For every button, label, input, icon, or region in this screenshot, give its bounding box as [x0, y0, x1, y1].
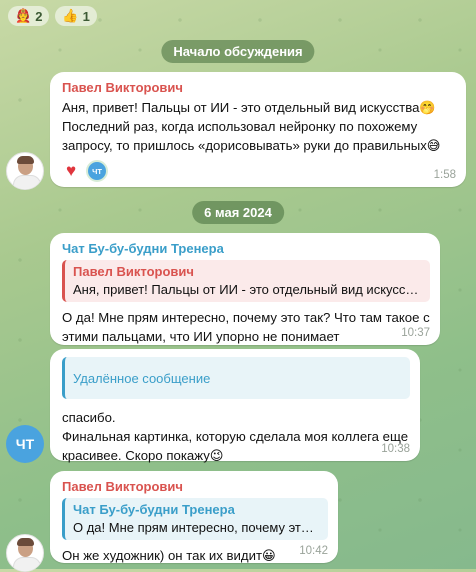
message-time: 10:37: [401, 327, 430, 339]
reaction-avatar: ЧТ: [86, 160, 108, 182]
thumbs-up-icon: 👍: [62, 8, 79, 23]
message-author[interactable]: Чат Бу-бу-будни Тренера: [62, 241, 430, 256]
message-bubble[interactable]: Павел Викторович Чат Бу-бу-будни Тренера…: [50, 471, 338, 563]
message-text: Он же художник) он так их видит😀: [62, 548, 276, 563]
quote-author: Павел Викторович: [73, 264, 194, 279]
firefighter-icon: 🧑‍🚒: [15, 8, 32, 23]
quote-author: Чат Бу-бу-будни Тренера: [73, 502, 235, 517]
discussion-start-separator: Начало обсуждения: [161, 40, 315, 63]
message-text: Аня, привет! Пальцы от ИИ - это отдельны…: [62, 100, 441, 153]
reaction-count: 1: [82, 8, 90, 24]
message-text: спасибо. Финальная картинка, которую сде…: [62, 410, 409, 463]
reaction-chip-thumbs-up[interactable]: 👍 1: [55, 6, 97, 26]
quote-text: Аня, привет! Пальцы от ИИ - это отдельны…: [73, 282, 422, 297]
message-time: 1:58: [433, 169, 456, 181]
message-time: 10:38: [381, 443, 410, 455]
reaction-chip-firefighter[interactable]: 🧑‍🚒 2: [8, 6, 50, 26]
avatar[interactable]: [6, 534, 44, 572]
date-separator: 6 мая 2024: [192, 201, 284, 224]
message-bubble[interactable]: Павел Викторович Аня, привет! Пальцы от …: [50, 72, 466, 187]
avatar[interactable]: [6, 152, 44, 190]
message-time: 10:42: [299, 545, 328, 557]
message-reactions[interactable]: ♥ ЧТ: [62, 160, 454, 182]
deleted-message-quote[interactable]: Удалённое сообщение: [62, 357, 410, 399]
message-author[interactable]: Павел Викторович: [62, 80, 454, 95]
deleted-message-label: Удалённое сообщение: [73, 370, 211, 386]
top-reactions: 🧑‍🚒 2 👍 1: [8, 6, 97, 26]
message-bubble[interactable]: Чат Бу-бу-будни Тренера Павел Викторович…: [50, 233, 440, 345]
message-author[interactable]: Павел Викторович: [62, 479, 328, 494]
quote-text: О да! Мне прям интересно, почему это так…: [73, 520, 320, 535]
message-bubble[interactable]: Удалённое сообщение спасибо. Финальная к…: [50, 349, 420, 463]
reaction-count: 2: [35, 8, 43, 24]
message-text: О да! Мне прям интересно, почему это так…: [62, 310, 430, 344]
reply-quote[interactable]: Павел Викторович Аня, привет! Пальцы от …: [62, 260, 430, 302]
heart-icon[interactable]: ♥: [62, 161, 80, 180]
avatar[interactable]: ЧТ: [6, 425, 44, 463]
reply-quote[interactable]: Чат Бу-бу-будни Тренера О да! Мне прям и…: [62, 498, 328, 540]
